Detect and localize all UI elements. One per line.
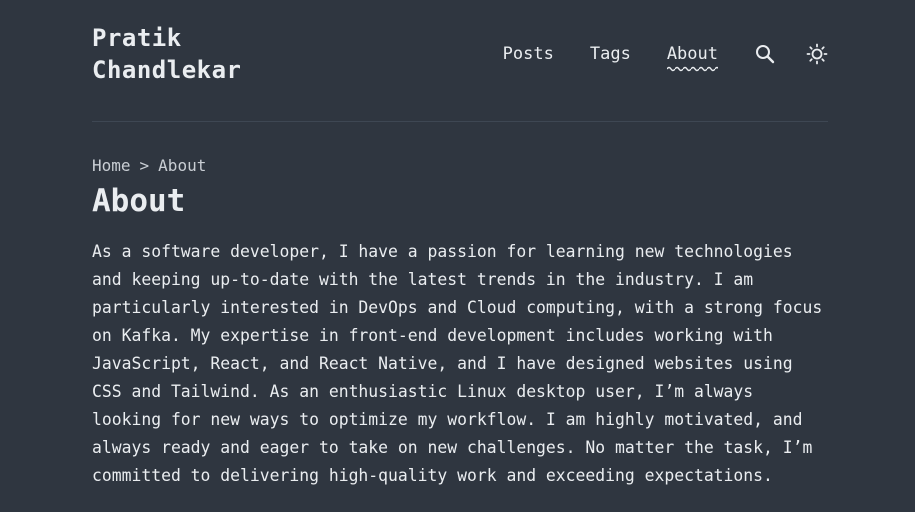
breadcrumb: Home > About — [92, 155, 206, 177]
logo-line-2: Chandlekar — [92, 56, 242, 84]
page-title: About — [92, 183, 186, 219]
search-icon — [756, 45, 775, 64]
nav-link-tags[interactable]: Tags — [590, 42, 631, 66]
header-divider — [92, 121, 828, 122]
site-header: Pratik Chandlekar Posts Tags About — [92, 22, 828, 122]
nav-link-posts[interactable]: Posts — [503, 42, 554, 66]
breadcrumb-current: About — [158, 156, 207, 175]
about-paragraph: As a software developer, I have a passio… — [92, 242, 823, 485]
nav-link-about[interactable]: About — [666, 42, 719, 72]
main-nav: Posts Tags About — [503, 40, 828, 72]
breadcrumb-home-link[interactable]: Home — [92, 156, 131, 175]
search-button[interactable] — [754, 43, 776, 65]
site-logo-link[interactable]: Pratik Chandlekar — [92, 22, 242, 86]
breadcrumb-separator: > — [139, 156, 150, 175]
logo-line-1: Pratik — [92, 24, 182, 52]
page: Pratik Chandlekar Posts Tags About Home … — [0, 0, 915, 512]
sun-icon — [806, 43, 828, 65]
theme-toggle-button[interactable] — [806, 43, 828, 65]
